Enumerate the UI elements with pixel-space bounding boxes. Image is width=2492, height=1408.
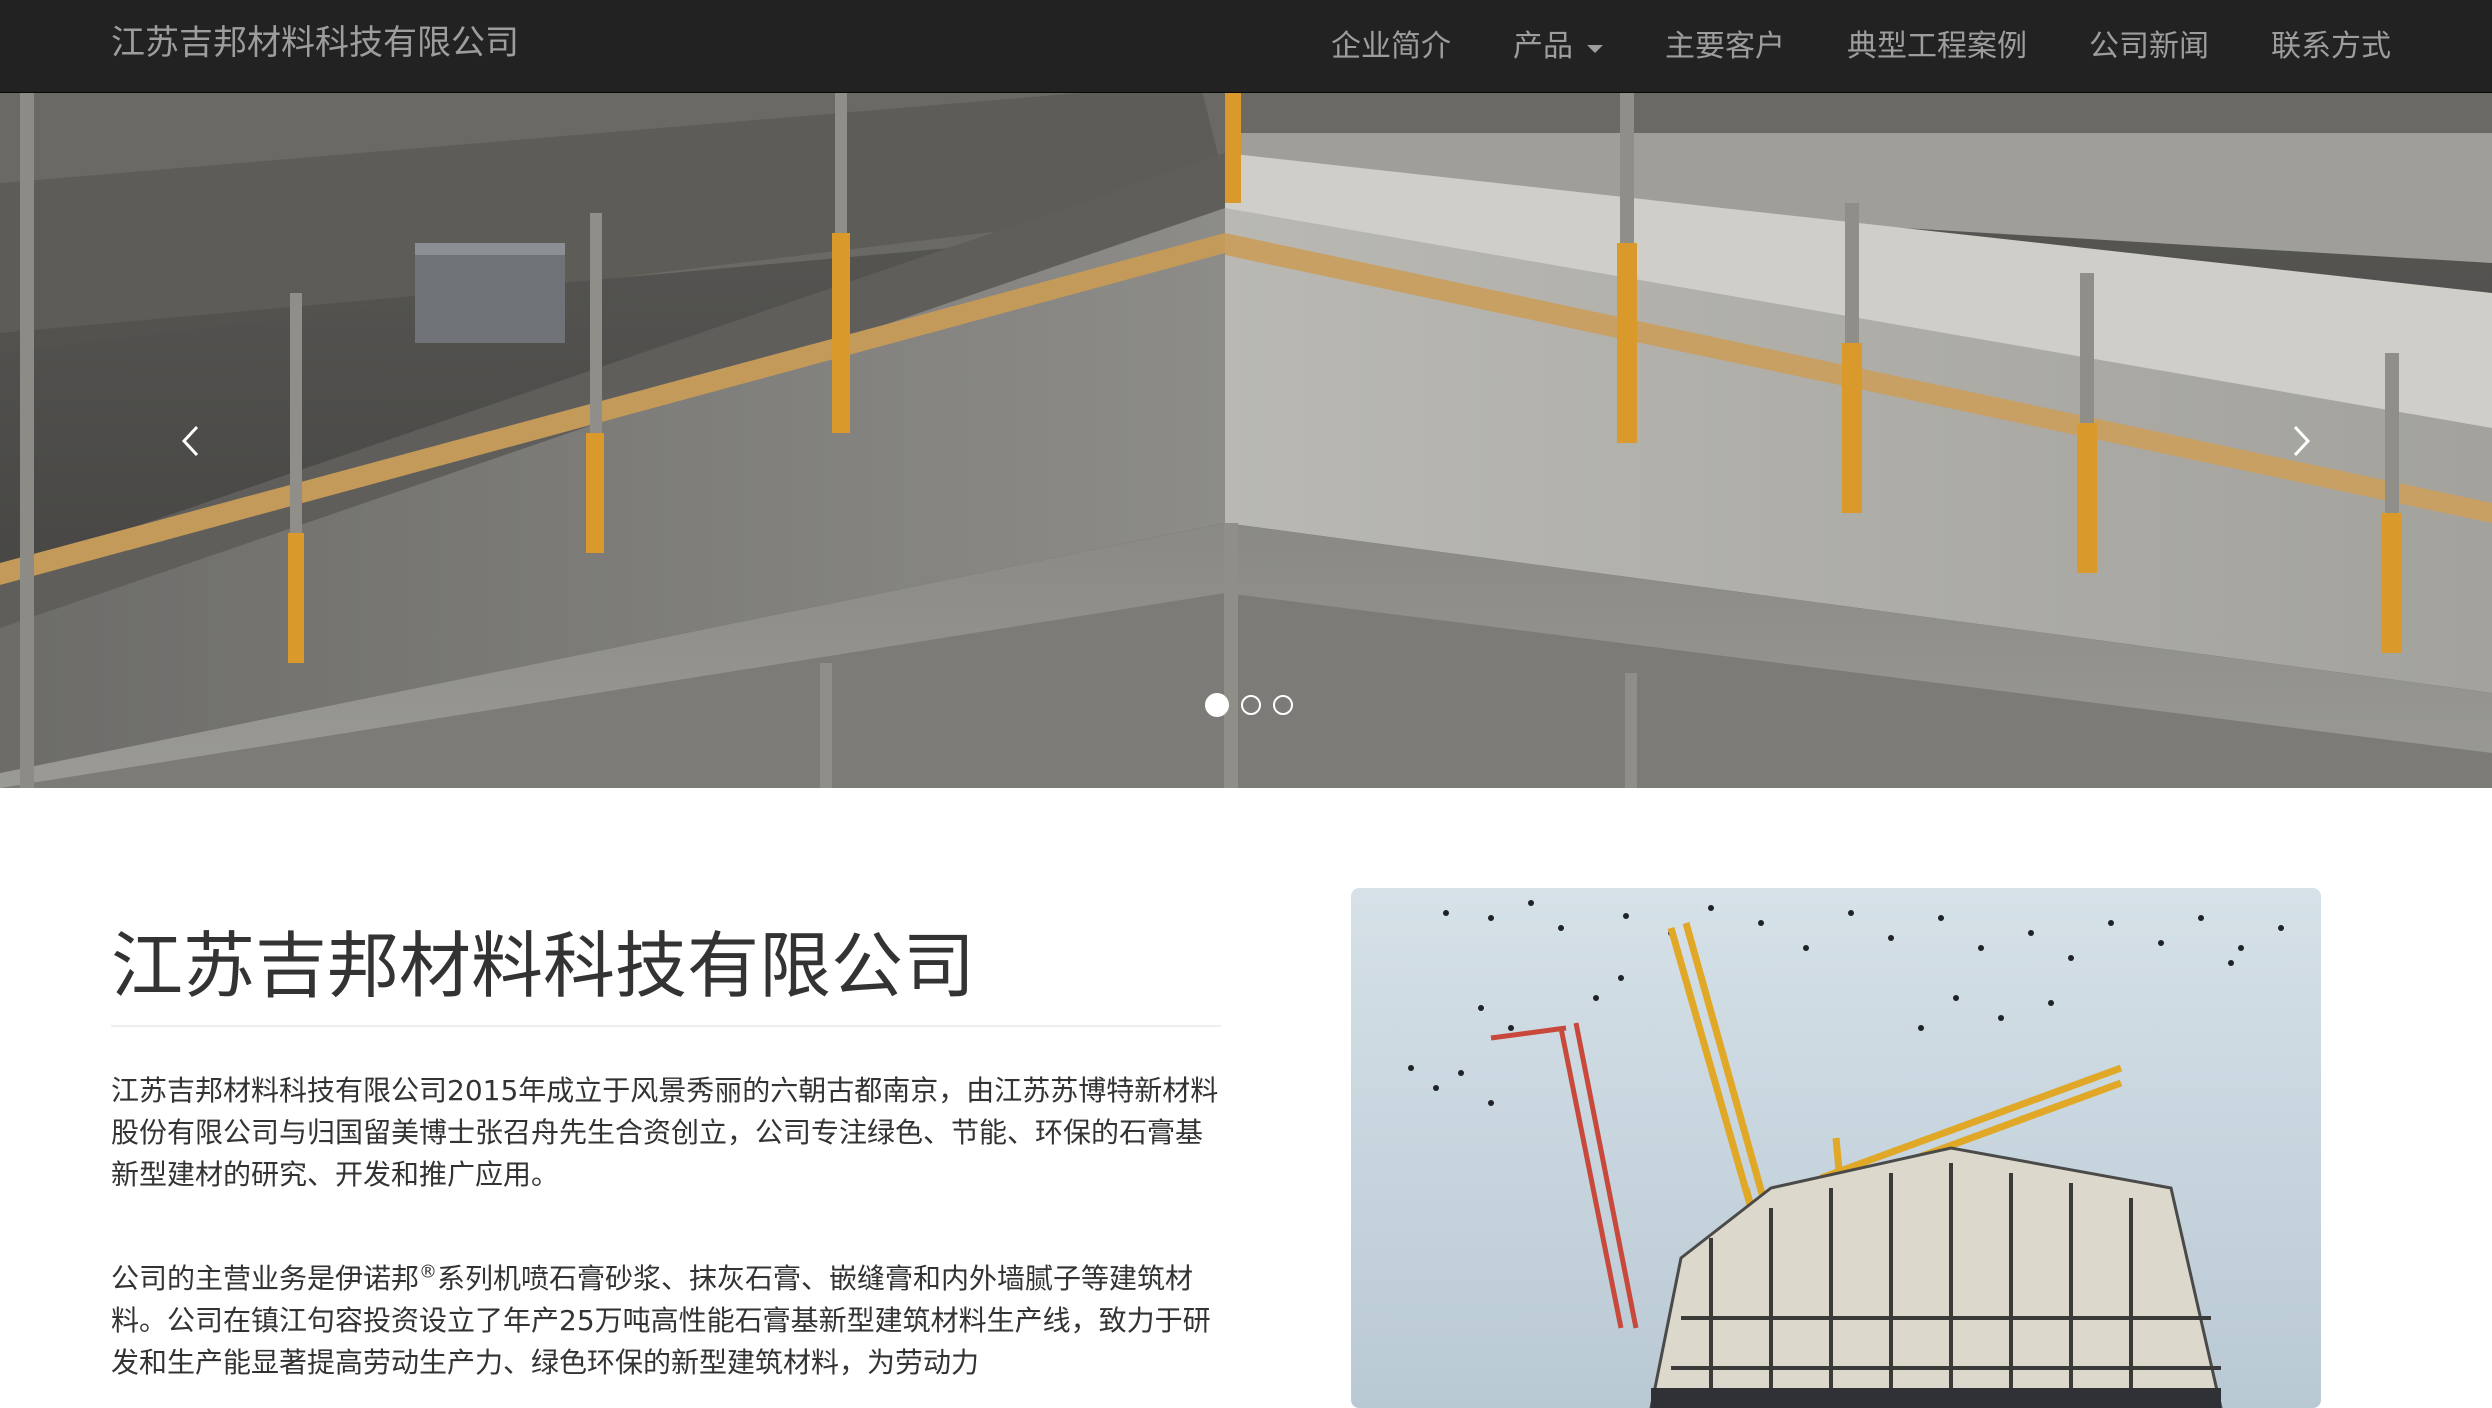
company-intro-section: 江苏吉邦材料科技有限公司 江苏吉邦材料科技有限公司2015年成立于风景秀丽的六朝… [0,788,2492,1408]
nav-item-label: 公司新闻 [2089,28,2209,64]
hero-carousel [0,93,2492,788]
nav-item-label: 主要客户 [1665,28,1785,64]
nav-item-news[interactable]: 公司新闻 [2058,0,2240,93]
nav-item-contact[interactable]: 联系方式 [2240,0,2492,93]
title-divider [111,1025,1221,1027]
chevron-left-icon [181,425,199,456]
nav-menu: 企业简介 产品 主要客户 典型工程案例 公司新闻 联系方式 [1300,0,2492,93]
brand-link[interactable]: 江苏吉邦材料科技有限公司 [111,0,519,93]
nav-item-label: 企业简介 [1331,28,1451,64]
construction-cranes-photo [1351,888,2321,1408]
carousel-next-button[interactable] [2112,93,2492,788]
carousel-prev-button[interactable] [0,93,380,788]
carousel-indicator-2[interactable] [1241,695,1261,715]
intro-paragraph-1: 江苏吉邦材料科技有限公司2015年成立于风景秀丽的六朝古都南京，由江苏苏博特新材… [111,1074,1219,1191]
carousel-indicator-1[interactable] [1205,693,1229,717]
chevron-right-icon [2293,425,2311,456]
nav-item-cases[interactable]: 典型工程案例 [1816,0,2058,93]
intro-paragraph-2: 公司的主营业务是伊诺邦®系列机喷石膏砂浆、抹灰石膏、嵌缝膏和内外墙腻子等建筑材料… [111,1258,1226,1384]
nav-item-products-dropdown[interactable]: 产品 [1482,0,1634,93]
registered-mark: ® [419,1261,438,1283]
carousel-indicator-3[interactable] [1273,695,1293,715]
cranes-image [1351,888,2321,1408]
nav-item-label: 联系方式 [2271,28,2391,64]
caret-down-icon [1587,44,1603,53]
top-navbar: 江苏吉邦材料科技有限公司 企业简介 产品 主要客户 典型工程案例 公司新闻 联系… [0,0,2492,93]
nav-item-company-intro[interactable]: 企业简介 [1300,0,1482,93]
nav-item-label: 典型工程案例 [1847,28,2027,64]
paragraph-text: 公司的主营业务是伊诺邦 [111,1262,420,1295]
page-title: 江苏吉邦材料科技有限公司 [111,924,976,1008]
nav-item-main-clients[interactable]: 主要客户 [1634,0,1816,93]
nav-item-label: 产品 [1513,28,1573,64]
carousel-indicators [1205,693,1293,717]
